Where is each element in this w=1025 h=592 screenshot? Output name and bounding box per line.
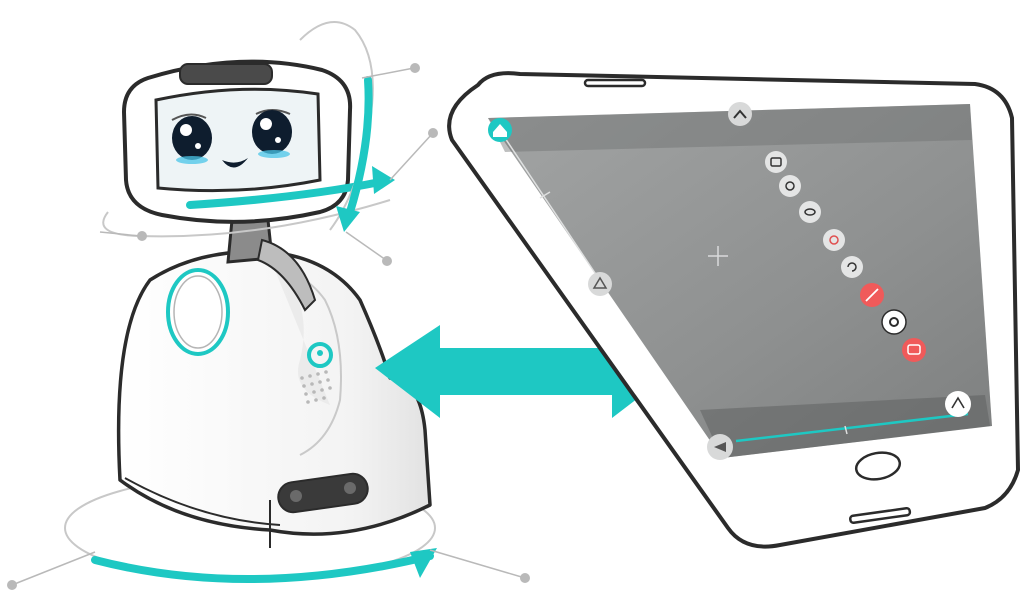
gear-robot-icon[interactable] bbox=[881, 309, 907, 335]
illustration-canvas bbox=[7, 21, 1020, 590]
settings-icon[interactable] bbox=[823, 229, 845, 251]
control-panel-icon[interactable] bbox=[945, 391, 971, 417]
refresh-icon[interactable] bbox=[841, 256, 863, 278]
camera-icon[interactable] bbox=[765, 151, 787, 173]
phone bbox=[447, 71, 1020, 549]
eye-icon[interactable] bbox=[799, 201, 821, 223]
collapse-chevron-icon[interactable] bbox=[728, 102, 752, 126]
emotion-icon[interactable] bbox=[902, 338, 926, 362]
robot bbox=[7, 21, 530, 590]
home-icon[interactable] bbox=[488, 118, 512, 142]
robot-body bbox=[116, 249, 432, 548]
photo-icon[interactable] bbox=[779, 175, 801, 197]
mute-icon[interactable] bbox=[860, 283, 884, 307]
joystick-icon[interactable] bbox=[707, 434, 733, 460]
tilt-reset-icon[interactable] bbox=[588, 272, 612, 296]
